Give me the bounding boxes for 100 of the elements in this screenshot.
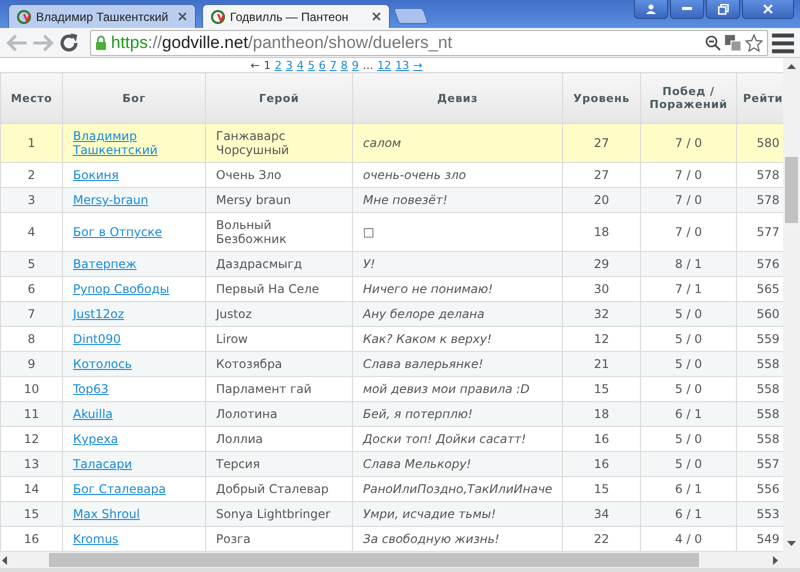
table-cell: 18 bbox=[562, 402, 640, 426]
reload-icon[interactable] bbox=[58, 32, 80, 54]
table-cell: Мне повезёт! bbox=[352, 188, 562, 212]
table-cell: Лолотина bbox=[206, 402, 352, 426]
page-link[interactable]: 13 bbox=[395, 58, 410, 72]
minimize-button[interactable] bbox=[670, 0, 704, 19]
table-cell: 580 bbox=[736, 124, 783, 162]
table-cell: 7 bbox=[0, 302, 62, 326]
table-cell: Даздрасмыгд bbox=[206, 252, 352, 276]
table-cell: 11 bbox=[0, 402, 62, 426]
page-link[interactable]: 5 bbox=[308, 58, 315, 72]
page-link[interactable]: 2 bbox=[274, 58, 282, 72]
table-cell: салом bbox=[352, 124, 562, 162]
scroll-right-icon[interactable] bbox=[771, 556, 780, 564]
menu-icon[interactable] bbox=[772, 32, 794, 54]
url-text: https://godville.net/pantheon/show/duelers_nt bbox=[111, 32, 454, 52]
star-icon[interactable] bbox=[745, 34, 763, 52]
god-link[interactable]: Kromus bbox=[73, 532, 118, 546]
page-link[interactable]: 9 bbox=[352, 58, 359, 72]
column-header[interactable]: Место bbox=[0, 72, 62, 124]
table-cell: 16 bbox=[562, 452, 640, 476]
table-cell: Ану белоре делана bbox=[352, 302, 562, 326]
god-link[interactable]: Dint090 bbox=[73, 332, 121, 346]
lock-icon bbox=[95, 35, 107, 50]
person-icon bbox=[646, 4, 656, 14]
scrollbar-thumb[interactable] bbox=[785, 157, 798, 223]
table-cell: 7 / 0 bbox=[640, 188, 736, 212]
current-page: 1 bbox=[264, 58, 271, 72]
table-cell: У! bbox=[352, 252, 562, 276]
table-cell: 8 / 1 bbox=[640, 252, 736, 276]
address-bar[interactable]: https://godville.net/pantheon/show/duelers_nt bbox=[90, 30, 768, 56]
close-icon bbox=[763, 4, 773, 14]
god-link[interactable]: Akuilla bbox=[73, 407, 113, 421]
table-cell: 1 bbox=[0, 124, 62, 162]
table-cell: 576 bbox=[736, 252, 783, 276]
favicon-icon bbox=[17, 10, 31, 24]
column-header[interactable]: Уровень bbox=[562, 72, 640, 124]
table-cell: Котозябра bbox=[206, 352, 352, 376]
table-cell: Терсия bbox=[206, 452, 352, 476]
table-cell: 7 / 0 bbox=[640, 124, 736, 162]
column-header[interactable]: Побед / Поражений bbox=[640, 72, 736, 124]
browser-tab[interactable]: Владимир Ташкентский bbox=[8, 4, 196, 28]
scroll-left-icon[interactable] bbox=[0, 556, 9, 564]
table-cell: 6 / 1 bbox=[640, 402, 736, 426]
table-cell: 21 bbox=[562, 352, 640, 376]
page-link[interactable]: → bbox=[413, 58, 422, 72]
browser-tab[interactable]: Годвилль — Пантеон bbox=[202, 4, 390, 28]
horizontal-scrollbar[interactable] bbox=[0, 552, 800, 568]
god-link[interactable]: Бокиня bbox=[73, 168, 119, 182]
restore-button[interactable] bbox=[706, 0, 740, 19]
page-link[interactable]: 6 bbox=[318, 58, 326, 72]
table-cell: 15 bbox=[0, 502, 62, 526]
table-cell: 5 / 0 bbox=[640, 302, 736, 326]
translate-icon[interactable] bbox=[725, 34, 741, 50]
table-cell: Sonya Lightbringer bbox=[206, 502, 352, 526]
close-icon[interactable] bbox=[178, 12, 187, 21]
table-cell: 20 bbox=[562, 188, 640, 212]
table-cell: 27 bbox=[562, 124, 640, 162]
god-link[interactable]: Куреха bbox=[73, 432, 118, 446]
new-tab-button[interactable] bbox=[393, 8, 429, 24]
table-cell: Бей, я потерплю! bbox=[352, 402, 562, 426]
page-link[interactable]: 3 bbox=[286, 58, 293, 72]
scroll-up-icon[interactable] bbox=[787, 62, 796, 71]
table-cell: 29 bbox=[562, 252, 640, 276]
table-cell: Умри, исчадие тьмы! bbox=[352, 502, 562, 526]
table-cell: 13 bbox=[0, 452, 62, 476]
table-cell: 578 bbox=[736, 188, 783, 212]
user-button[interactable] bbox=[634, 0, 668, 19]
page-link[interactable]: 4 bbox=[296, 58, 304, 72]
column-header[interactable]: Герой bbox=[206, 72, 352, 124]
pager-text: ... bbox=[362, 58, 374, 72]
table-cell: Mersy braun bbox=[206, 188, 352, 212]
table-cell: Слава Мелькору! bbox=[352, 452, 562, 476]
page-link[interactable]: 7 bbox=[330, 58, 337, 72]
table-cell: Слава валерьянке! bbox=[352, 352, 562, 376]
table-cell: 558 bbox=[736, 402, 783, 426]
table-cell: 558 bbox=[736, 352, 783, 376]
table-cell: 553 bbox=[736, 502, 783, 526]
favicon-icon bbox=[211, 10, 225, 24]
minimize-icon bbox=[682, 7, 692, 11]
column-header[interactable]: Бог bbox=[62, 72, 206, 124]
scroll-down-icon[interactable] bbox=[787, 539, 796, 548]
close-button[interactable] bbox=[742, 0, 794, 19]
column-header[interactable]: Девиз bbox=[352, 72, 562, 124]
restore-icon bbox=[718, 4, 728, 14]
god-link[interactable]: Top63 bbox=[73, 382, 109, 396]
table-cell: 32 bbox=[562, 302, 640, 326]
table-cell: 34 bbox=[562, 502, 640, 526]
page-link[interactable]: 12 bbox=[377, 58, 392, 72]
pager-text: ← bbox=[250, 58, 260, 72]
vertical-scrollbar[interactable] bbox=[783, 58, 800, 552]
close-icon[interactable] bbox=[372, 12, 381, 21]
zoom-out-icon[interactable] bbox=[705, 34, 721, 50]
table-cell: 9 bbox=[0, 352, 62, 376]
table-cell: 5 / 0 bbox=[640, 352, 736, 376]
table-cell: Justoz bbox=[206, 302, 352, 326]
page-link[interactable]: 8 bbox=[340, 58, 348, 72]
scrollbar-thumb[interactable] bbox=[49, 553, 699, 567]
column-header[interactable]: Рейти bbox=[736, 72, 783, 124]
table-cell: 557 bbox=[736, 452, 783, 476]
